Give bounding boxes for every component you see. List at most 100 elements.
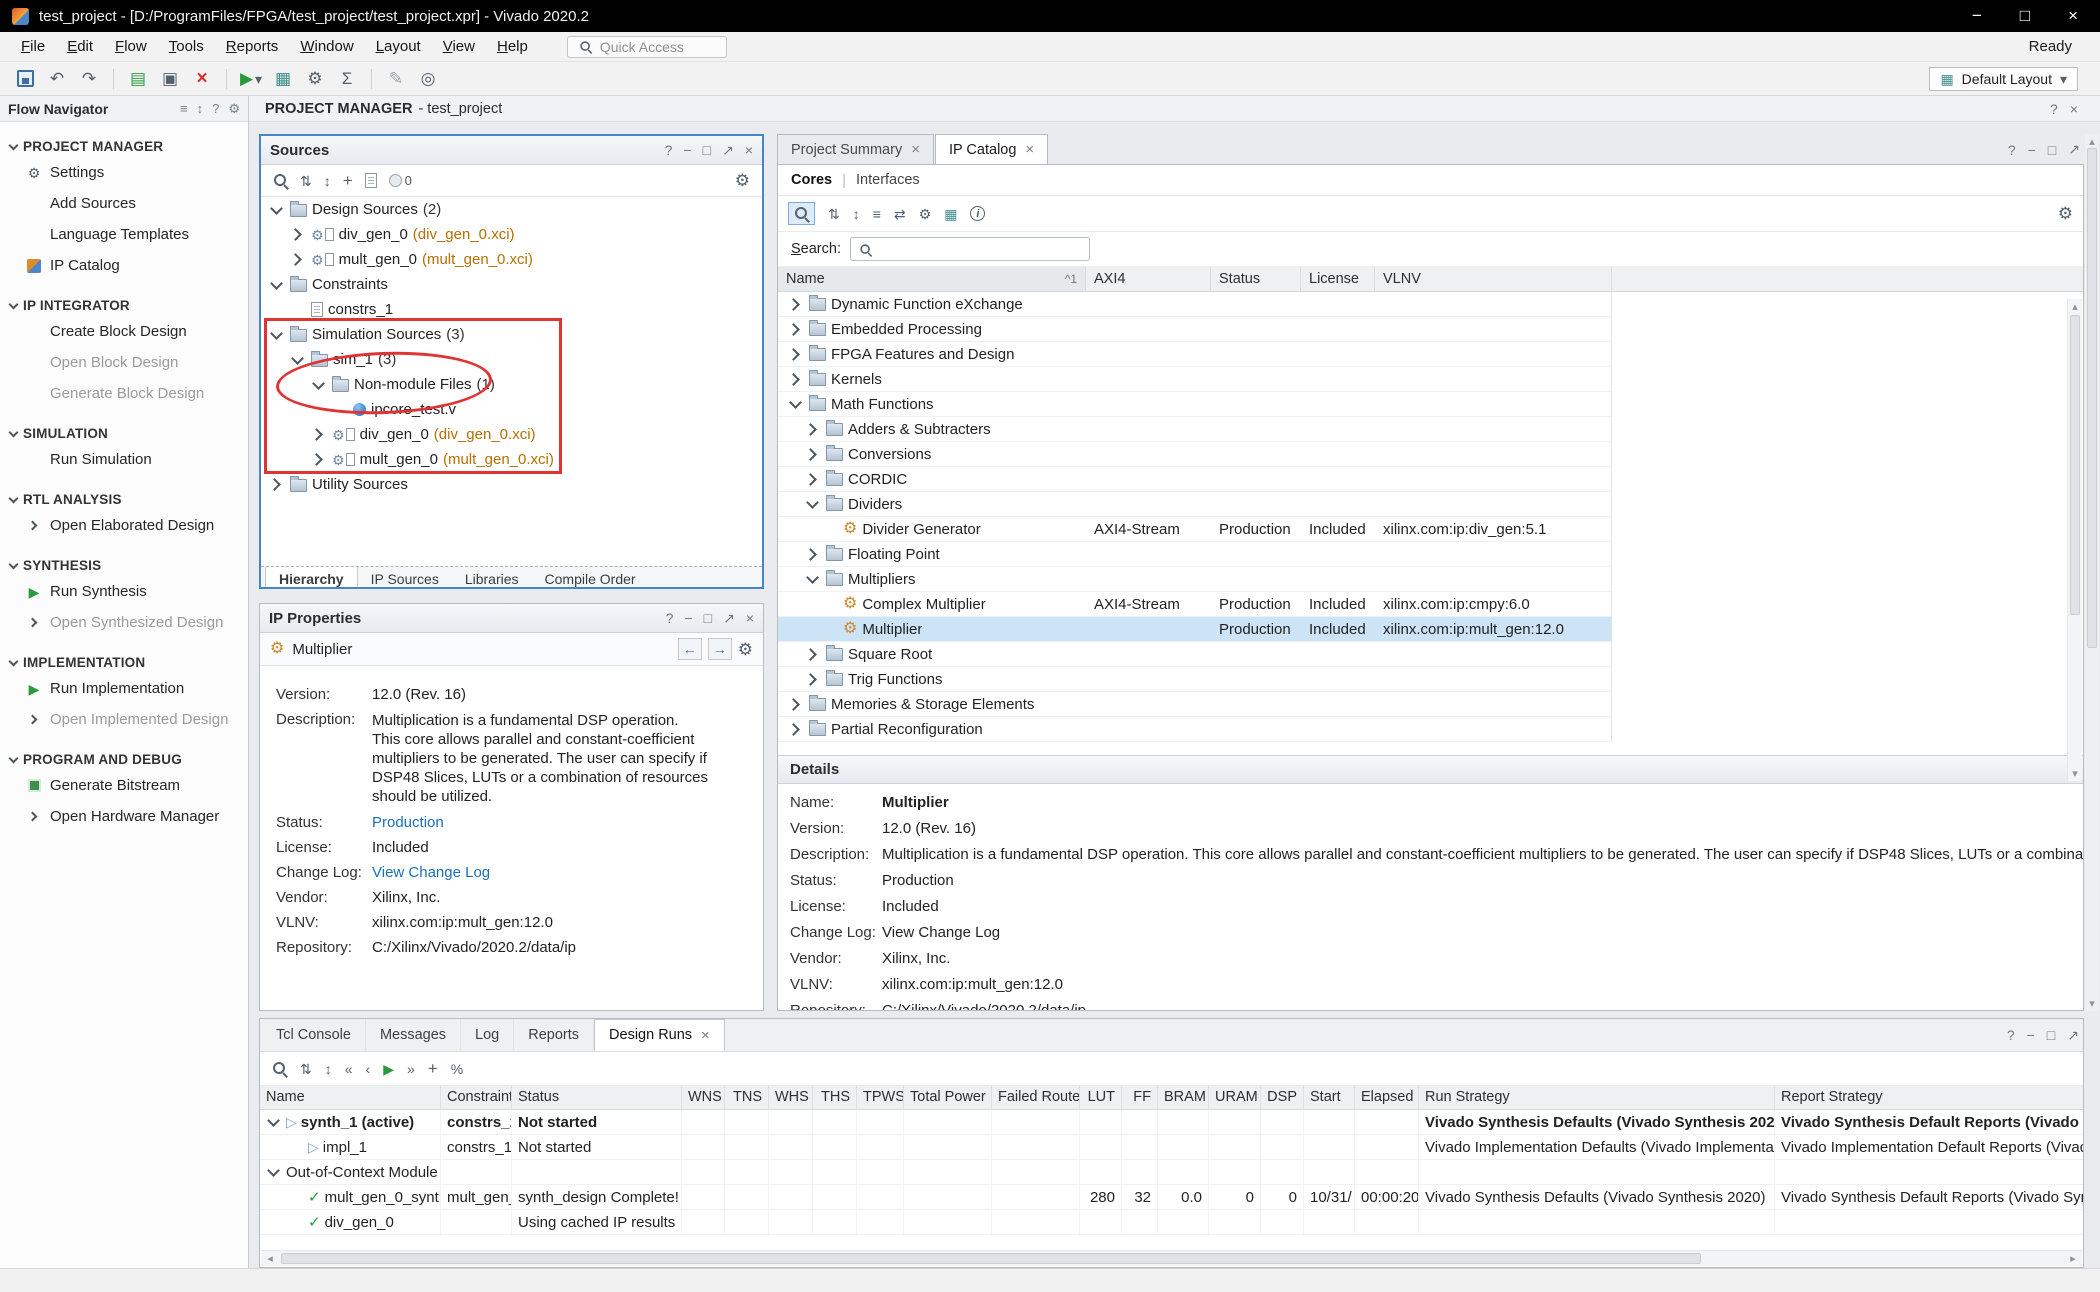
column-header-failed-routes[interactable]: Failed Routes — [992, 1086, 1080, 1109]
nav-item-open-implemented-design[interactable]: Open Implemented Design — [0, 704, 248, 735]
nav-section-header[interactable]: RTL ANALYSIS — [0, 489, 248, 510]
column-header-license[interactable]: License — [1301, 267, 1375, 291]
chevron-down-icon[interactable] — [803, 570, 821, 588]
catalog-row-partial-reconfiguration[interactable]: Partial Reconfiguration — [778, 717, 1611, 742]
catalog-row-embedded-processing[interactable]: Embedded Processing — [778, 317, 1611, 342]
close-icon[interactable]: × — [701, 1027, 710, 1044]
maximize-icon[interactable]: □ — [2048, 142, 2056, 158]
search-icon[interactable] — [272, 1061, 287, 1076]
fast-forward-icon[interactable]: » — [407, 1062, 415, 1076]
chevron-right-icon[interactable] — [786, 320, 804, 338]
subtab-interfaces[interactable]: Interfaces — [856, 172, 920, 188]
catalog-row-cordic[interactable]: CORDIC — [778, 467, 1611, 492]
subtab-cores[interactable]: Cores — [791, 172, 832, 188]
step-back-icon[interactable]: ‹ — [366, 1062, 371, 1076]
help-icon[interactable]: ? — [2008, 142, 2016, 158]
right-scrollbar[interactable]: ▴ ▾ — [2085, 134, 2099, 1011]
column-header-name[interactable]: Name — [260, 1086, 441, 1109]
menu-flow[interactable]: Flow — [104, 34, 158, 59]
close-icon[interactable]: × — [2070, 101, 2078, 117]
scrollbar-thumb[interactable] — [281, 1253, 1701, 1264]
search-icon[interactable] — [273, 173, 288, 188]
expand-all-icon[interactable]: ↕ — [853, 207, 860, 221]
nav-item-open-hardware-manager[interactable]: Open Hardware Manager — [0, 801, 248, 832]
column-header-elapsed[interactable]: Elapsed — [1355, 1086, 1419, 1109]
float-icon[interactable]: ↗ — [722, 142, 734, 159]
chevron-down-icon[interactable] — [267, 326, 285, 344]
catalog-row-dividers[interactable]: Dividers — [778, 492, 1611, 517]
menu-help[interactable]: Help — [486, 34, 539, 59]
nav-item-settings[interactable]: ⚙Settings — [0, 157, 248, 188]
column-header-whs[interactable]: WHS — [769, 1086, 813, 1109]
nav-section-header[interactable]: IMPLEMENTATION — [0, 652, 248, 673]
column-header-axi4[interactable]: AXI4 — [1086, 267, 1211, 291]
nav-item-ip-catalog[interactable]: IP Catalog — [0, 250, 248, 281]
nav-item-run-synthesis[interactable]: ▶Run Synthesis — [0, 576, 248, 607]
quick-access-search[interactable]: Quick Access — [567, 36, 727, 58]
undo-button[interactable]: ↶ — [42, 66, 72, 92]
chevron-down-icon[interactable] — [264, 1163, 282, 1181]
tab-messages[interactable]: Messages — [366, 1019, 461, 1051]
run-icon[interactable]: ▶ — [383, 1062, 394, 1076]
nav-item-open-synthesized-design[interactable]: Open Synthesized Design — [0, 607, 248, 638]
menu-tools[interactable]: Tools — [158, 34, 215, 59]
catalog-row-multipliers[interactable]: Multipliers — [778, 567, 1611, 592]
grid-icon[interactable]: ▦ — [944, 207, 957, 221]
chevron-down-icon[interactable] — [786, 395, 804, 413]
close-icon[interactable]: × — [746, 610, 754, 626]
copy-button[interactable]: ▣ — [155, 66, 185, 92]
chevron-down-icon[interactable] — [267, 276, 285, 294]
tree-item-sim-1[interactable]: sim_1(3) — [261, 347, 762, 372]
help-icon[interactable]: ? — [665, 142, 673, 158]
chevron-right-icon[interactable] — [267, 476, 285, 494]
tab-libraries[interactable]: Libraries — [452, 567, 532, 589]
run-button[interactable]: ▶▾ — [236, 66, 266, 92]
scrollbar-thumb[interactable] — [2070, 315, 2080, 615]
nav-item-create-block-design[interactable]: Create Block Design — [0, 316, 248, 347]
close-icon[interactable]: × — [911, 141, 920, 158]
minimize-icon[interactable]: − — [2028, 142, 2036, 158]
minimize-icon[interactable]: − — [2027, 1027, 2035, 1043]
menu-icon[interactable]: ≡ — [180, 101, 188, 116]
column-header-status[interactable]: Status — [1211, 267, 1301, 291]
catalog-row-adders-subtracters[interactable]: Adders & Subtracters — [778, 417, 1611, 442]
column-header-constraints[interactable]: Constraints — [441, 1086, 512, 1109]
add-icon[interactable]: + — [428, 1060, 438, 1077]
run-row-mult-gen-0-synth-1[interactable]: ✓mult_gen_0_synth_1mult_gen_0synth_desig… — [260, 1185, 2083, 1210]
scroll-up-icon[interactable]: ▴ — [2085, 135, 2099, 148]
settings-button[interactable]: ⚙ — [300, 66, 330, 92]
column-header-uram[interactable]: URAM — [1209, 1086, 1261, 1109]
scroll-up-icon[interactable]: ▴ — [2068, 300, 2082, 313]
nav-item-add-sources[interactable]: Add Sources — [0, 188, 248, 219]
chevron-right-icon[interactable] — [803, 470, 821, 488]
catalog-scrollbar[interactable]: ▴ ▾ — [2067, 299, 2082, 781]
close-icon[interactable]: × — [1025, 141, 1034, 158]
float-icon[interactable]: ↗ — [723, 610, 735, 627]
help-icon[interactable]: ? — [212, 101, 219, 116]
column-header-ths[interactable]: THS — [813, 1086, 857, 1109]
minimize-button[interactable]: − — [1972, 6, 1982, 26]
menu-layout[interactable]: Layout — [365, 34, 432, 59]
close-button[interactable]: × — [2068, 6, 2078, 26]
minimize-icon[interactable]: − — [684, 610, 692, 626]
percent-icon[interactable]: % — [451, 1062, 463, 1076]
collapse-all-icon[interactable]: ⇅ — [828, 207, 840, 221]
chevron-right-icon[interactable] — [803, 670, 821, 688]
run-row-impl-1[interactable]: ▷impl_1constrs_1Not startedVivado Implem… — [260, 1135, 2083, 1160]
redo-button[interactable]: ↷ — [74, 66, 104, 92]
tree-item-mult-gen-0[interactable]: ⚙mult_gen_0(mult_gen_0.xci) — [261, 447, 762, 472]
run-row-synth-1-active[interactable]: ▷synth_1 (active)constrs_1Not startedViv… — [260, 1110, 2083, 1135]
nav-section-header[interactable]: SIMULATION — [0, 423, 248, 444]
catalog-row-kernels[interactable]: Kernels — [778, 367, 1611, 392]
chevron-right-icon[interactable] — [288, 226, 306, 244]
search-box[interactable] — [850, 237, 1090, 261]
column-header-vlnv[interactable]: VLNV — [1375, 267, 1612, 291]
catalog-row-trig-functions[interactable]: Trig Functions — [778, 667, 1611, 692]
nav-item-open-block-design[interactable]: Open Block Design — [0, 347, 248, 378]
filter-icon[interactable]: ≡ — [873, 207, 881, 221]
tree-item-constrs-1[interactable]: constrs_1 — [261, 297, 762, 322]
catalog-row-conversions[interactable]: Conversions — [778, 442, 1611, 467]
sum-button[interactable]: Σ — [332, 66, 362, 92]
report-button[interactable]: ▤ — [123, 66, 153, 92]
collapse-all-icon[interactable]: ⇅ — [300, 174, 312, 188]
